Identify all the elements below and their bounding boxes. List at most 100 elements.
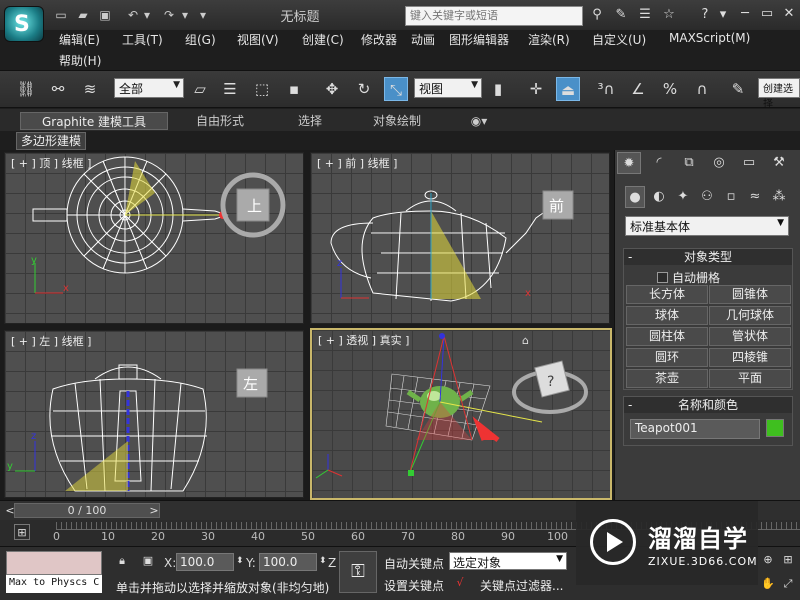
favorites-star-icon[interactable]: ☆ — [660, 6, 678, 24]
customize-toolbar-icon[interactable]: ▾ — [194, 6, 212, 24]
geometry-category-icon[interactable]: ● — [625, 186, 645, 208]
object-color-swatch[interactable] — [766, 419, 784, 437]
torus-button[interactable]: 圆环 — [626, 348, 708, 367]
save-icon[interactable]: ▣ — [96, 6, 114, 24]
viewport-front[interactable]: 前 z x [ + ] 前 ] 线框 ] — [310, 152, 610, 324]
menu-customize[interactable]: 自定义(U) — [592, 31, 646, 48]
next-frame-icon[interactable]: > — [146, 503, 162, 519]
object-name-field[interactable]: Teapot001 — [630, 419, 760, 439]
viewport-home-icon[interactable]: ⌂ — [522, 334, 529, 347]
autogrid-checkbox[interactable]: 自动栅格 — [657, 269, 720, 286]
pyramid-button[interactable]: 四棱锥 — [709, 348, 791, 367]
hierarchy-panel-icon[interactable]: ⧉ — [677, 152, 701, 174]
lock-selection-icon[interactable]: 🔒︎ — [114, 553, 130, 569]
info-center-icon[interactable]: ☰ — [636, 6, 654, 24]
teapot-button[interactable]: 茶壶 — [626, 369, 708, 388]
geosphere-button[interactable]: 几何球体 — [709, 306, 791, 325]
ribbon-options-icon[interactable]: ◉▾ — [464, 112, 494, 130]
select-object-icon[interactable]: ▱ — [188, 77, 212, 101]
spinner-snap-icon[interactable]: ∩ — [690, 77, 714, 101]
maximize-viewport-icon[interactable]: ⤢ — [780, 576, 796, 592]
redo-dropdown-icon[interactable]: ▾ — [176, 6, 194, 24]
menu-create[interactable]: 创建(C) — [302, 31, 344, 48]
plane-button[interactable]: 平面 — [709, 369, 791, 388]
percent-snap-icon[interactable]: % — [658, 77, 682, 101]
menu-group[interactable]: 组(G) — [185, 31, 216, 48]
maximize-icon[interactable]: ▭ — [758, 5, 776, 23]
key-filters-button[interactable]: 关键点过滤器... — [480, 577, 563, 594]
y-coordinate-field[interactable]: 100.0 — [259, 553, 317, 571]
systems-category-icon[interactable]: ⁂ — [769, 186, 789, 208]
set-key-icon[interactable]: ⚿ — [339, 551, 377, 593]
shapes-category-icon[interactable]: ◐ — [649, 186, 669, 208]
box-button[interactable]: 长方体 — [626, 285, 708, 304]
select-manipulate-icon[interactable]: ✛ — [524, 77, 548, 101]
pivot-center-icon[interactable]: ▮ — [486, 77, 510, 101]
create-panel-icon[interactable]: ✹ — [617, 152, 641, 174]
keyboard-shortcut-override-icon[interactable]: ⏏ — [556, 77, 580, 101]
name-color-header[interactable]: - 名称和颜色 — [624, 397, 792, 413]
viewport-perspective-label[interactable]: [ + ] 透视 ] 真实 ] — [318, 332, 409, 348]
window-crossing-icon[interactable]: ▪ — [282, 77, 306, 101]
object-type-header[interactable]: - 对象类型 — [624, 249, 792, 265]
minimize-icon[interactable]: ─ — [736, 5, 754, 23]
x-coordinate-field[interactable]: 100.0 — [176, 553, 234, 571]
binoculars-icon[interactable]: ⚲ — [588, 6, 606, 24]
menu-views[interactable]: 视图(V) — [237, 31, 279, 48]
reference-coordinate-dropdown[interactable]: 视图 ▼ — [414, 78, 482, 98]
display-panel-icon[interactable]: ▭ — [737, 152, 761, 174]
select-link-icon[interactable]: ⛓ — [14, 77, 38, 101]
pan-view-icon[interactable]: ✋ — [760, 576, 776, 592]
maxscript-listener-mini[interactable] — [6, 551, 102, 575]
menu-modifiers[interactable]: 修改器 — [361, 31, 397, 48]
x-spinner-icon[interactable]: ⬍ — [236, 556, 244, 566]
select-rotate-icon[interactable]: ↻ — [352, 77, 376, 101]
tab-object-paint[interactable]: 对象绘制 — [364, 112, 430, 130]
wrench-icon[interactable]: ✎ — [612, 6, 630, 24]
select-by-name-icon[interactable]: ☰ — [218, 77, 242, 101]
open-file-icon[interactable]: ▰ — [74, 6, 92, 24]
select-scale-icon[interactable]: ⤡ — [384, 77, 408, 101]
viewport-top[interactable]: 上 y x [ + ] 顶 ] 线框 ] — [4, 152, 304, 324]
maxscript-input[interactable]: Max to Physcs C — [6, 575, 102, 593]
geometry-type-dropdown[interactable]: 标准基本体 ▼ — [625, 216, 789, 236]
menu-rendering[interactable]: 渲染(R) — [528, 31, 570, 48]
viewport-left[interactable]: 左 z y [ + ] 左 ] 线框 ] — [4, 330, 304, 498]
close-icon[interactable]: ✕ — [780, 5, 798, 23]
transform-mode-icon[interactable]: ▣ — [140, 553, 156, 569]
app-logo-button[interactable]: S — [4, 6, 44, 42]
menu-help[interactable]: 帮助(H) — [59, 52, 101, 69]
select-move-icon[interactable]: ✥ — [320, 77, 344, 101]
utilities-panel-icon[interactable]: ⚒ — [767, 152, 791, 174]
search-input[interactable] — [405, 6, 583, 26]
named-selection-set-dropdown[interactable]: 创建选择 — [758, 78, 800, 110]
lights-category-icon[interactable]: ✦ — [673, 186, 693, 208]
tab-graphite-modeling[interactable]: Graphite 建模工具 — [20, 112, 168, 130]
zoom-icon[interactable]: ⊕ — [760, 552, 776, 568]
helpers-category-icon[interactable]: ▫ — [721, 186, 741, 208]
menu-edit[interactable]: 编辑(E) — [59, 31, 100, 48]
set-key-button[interactable]: 设置关键点 — [384, 577, 444, 594]
viewport-front-label[interactable]: [ + ] 前 ] 线框 ] — [317, 155, 397, 171]
undo-dropdown-icon[interactable]: ▾ — [138, 6, 156, 24]
sphere-button[interactable]: 球体 — [626, 306, 708, 325]
menu-tools[interactable]: 工具(T) — [122, 31, 163, 48]
cone-button[interactable]: 圆锥体 — [709, 285, 791, 304]
edit-named-selection-icon[interactable]: ✎ — [726, 77, 750, 101]
motion-panel-icon[interactable]: ◎ — [707, 152, 731, 174]
tab-selection[interactable]: 选择 — [282, 112, 338, 130]
cylinder-button[interactable]: 圆柱体 — [626, 327, 708, 346]
angle-snap-icon[interactable]: ∠ — [626, 77, 650, 101]
menu-animation[interactable]: 动画 — [411, 31, 435, 48]
spacewarps-category-icon[interactable]: ≈ — [745, 186, 765, 208]
rectangular-selection-icon[interactable]: ⬚ — [250, 77, 274, 101]
auto-key-button[interactable]: 自动关键点 — [384, 555, 444, 572]
y-spinner-icon[interactable]: ⬍ — [319, 556, 327, 566]
viewport-left-label[interactable]: [ + ] 左 ] 线框 ] — [11, 333, 91, 349]
modify-panel-icon[interactable]: ◜ — [647, 152, 671, 174]
tab-freeform[interactable]: 自由形式 — [190, 112, 250, 130]
mini-curve-editor-icon[interactable]: ⊞ — [14, 524, 30, 540]
help-icon[interactable]: ? — [696, 6, 714, 24]
new-file-icon[interactable]: ▭ — [52, 6, 70, 24]
viewport-top-label[interactable]: [ + ] 顶 ] 线框 ] — [11, 155, 91, 171]
